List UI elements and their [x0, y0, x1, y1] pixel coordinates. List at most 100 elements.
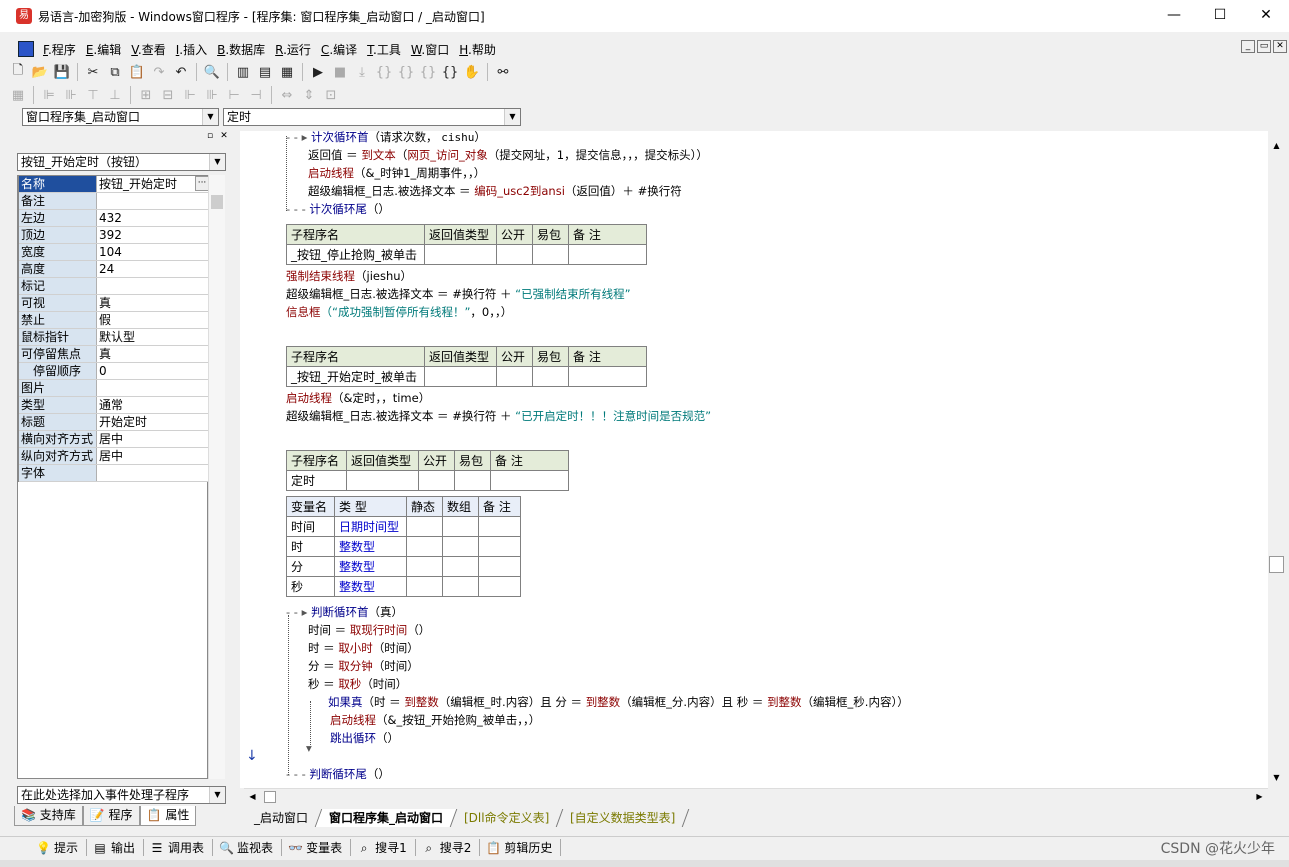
- tab-watch[interactable]: 🔍 监视表: [213, 839, 283, 856]
- layout-left-icon[interactable]: ▥: [233, 62, 253, 82]
- menu-help[interactable]: H.帮助: [454, 41, 501, 58]
- property-value[interactable]: 24: [97, 261, 209, 277]
- code-line[interactable]: 如果真（时 ＝ 到整数（编辑框_时.内容）且 分 ＝ 到整数（编辑框_分.内容）…: [328, 693, 909, 711]
- variable-name[interactable]: 分: [286, 556, 335, 577]
- property-row[interactable]: 宽度 104: [19, 244, 209, 261]
- assembly-select[interactable]: 窗口程序集_启动窗口 ▼: [22, 108, 219, 126]
- property-row[interactable]: 名称 按钮_开始定时 ···: [19, 176, 209, 193]
- close-button[interactable]: ✕: [1243, 0, 1289, 32]
- step-out-icon[interactable]: {}: [418, 62, 438, 82]
- tab-search1[interactable]: ⌕ 搜寻1: [351, 839, 416, 856]
- property-row[interactable]: 图片: [19, 380, 209, 397]
- variable-name[interactable]: 时: [286, 536, 335, 557]
- code-line[interactable]: - - ▸ 判断循环首（真）: [286, 603, 403, 621]
- property-value[interactable]: [97, 193, 209, 209]
- tab-variables[interactable]: 👓 变量表: [282, 839, 352, 856]
- same-width-icon[interactable]: ⊢: [224, 85, 244, 105]
- tab-start-window[interactable]: _启动窗口: [240, 809, 323, 827]
- binoculars-icon[interactable]: ⚯: [493, 62, 513, 82]
- code-line[interactable]: 超级编辑框_日志.被选择文本 ＝ #换行符 ＋ “已强制结束所有线程”: [286, 285, 631, 303]
- stop-icon[interactable]: ■: [330, 62, 350, 82]
- menu-compile[interactable]: C.编译: [316, 41, 362, 58]
- menu-edit[interactable]: E.编辑: [81, 41, 126, 58]
- property-row[interactable]: 备注: [19, 193, 209, 210]
- subroutine-name[interactable]: 定时: [286, 470, 347, 491]
- tab-custom-types[interactable]: [自定义数据类型表]: [557, 809, 690, 827]
- menu-database[interactable]: B.数据库: [212, 41, 270, 58]
- property-row[interactable]: 高度 24: [19, 261, 209, 278]
- property-row[interactable]: 停留顺序 0: [19, 363, 209, 380]
- property-row[interactable]: 横向对齐方式 居中: [19, 431, 209, 448]
- save-icon[interactable]: 💾: [52, 62, 72, 82]
- tab-support-library[interactable]: 📚 支持库: [14, 806, 83, 826]
- redo-icon[interactable]: ↷: [149, 62, 169, 82]
- property-row[interactable]: 可停留焦点真: [19, 346, 209, 363]
- step-over-icon[interactable]: {}: [396, 62, 416, 82]
- subroutine-name[interactable]: _按钮_开始定时_被单击: [286, 366, 425, 387]
- code-line[interactable]: 强制结束线程（jieshu）: [286, 267, 412, 285]
- find-icon[interactable]: 🔍: [202, 62, 222, 82]
- property-value[interactable]: 真: [97, 295, 209, 311]
- editor-hscrollbar[interactable]: ◀ ▶: [244, 788, 1268, 804]
- code-line[interactable]: 秒 ＝ 取秒（时间）: [308, 675, 407, 693]
- property-row[interactable]: 顶边 392: [19, 227, 209, 244]
- component-select[interactable]: 按钮_开始定时（按钮） ▼: [17, 153, 226, 171]
- align-bottom-icon[interactable]: ⊥: [105, 85, 125, 105]
- tab-dll-commands[interactable]: [Dll命令定义表]: [450, 809, 564, 827]
- property-value[interactable]: [97, 278, 209, 294]
- minimize-button[interactable]: —: [1151, 0, 1197, 32]
- more-icon[interactable]: ···: [195, 176, 209, 191]
- property-row[interactable]: 标记: [19, 278, 209, 295]
- panel-close-icon[interactable]: ✕: [218, 131, 230, 142]
- undo-icon[interactable]: ↶: [171, 62, 191, 82]
- editor-vscrollbar[interactable]: ▲ ▼: [1268, 131, 1285, 788]
- menu-view[interactable]: V.查看: [126, 41, 171, 58]
- code-line[interactable]: - - - 判断循环尾（）: [286, 765, 390, 783]
- panel-pin-icon[interactable]: ▫: [204, 131, 216, 142]
- align-left-icon[interactable]: ⊫: [39, 85, 59, 105]
- property-row[interactable]: 字体: [19, 465, 209, 482]
- size-both-icon[interactable]: ⊡: [321, 85, 341, 105]
- tab-search2[interactable]: ⌕ 搜寻2: [416, 839, 481, 856]
- property-value[interactable]: 开始定时: [97, 414, 209, 430]
- variable-type[interactable]: 日期时间型: [334, 516, 407, 537]
- property-row[interactable]: 左边 432: [19, 210, 209, 227]
- code-line[interactable]: - - - 计次循环尾（）: [286, 200, 390, 218]
- scroll-thumb[interactable]: [264, 791, 276, 803]
- scroll-thumb[interactable]: [1269, 556, 1284, 573]
- variable-name[interactable]: 秒: [286, 576, 335, 597]
- variable-table[interactable]: 变量名类 型静态 数组备 注 时间 日期时间型 时整数型 分整数型 秒整数型: [286, 496, 521, 597]
- property-scrollbar[interactable]: [208, 175, 225, 779]
- subroutine-table[interactable]: 子程序名 返回值类型 公开 易包备 注 _按钮_开始定时_被单击: [286, 346, 647, 387]
- tab-call-stack[interactable]: ☰ 调用表: [144, 839, 214, 856]
- property-value[interactable]: 居中: [97, 448, 209, 464]
- variable-type[interactable]: 整数型: [334, 556, 407, 577]
- property-value[interactable]: 按钮_开始定时 ···: [97, 176, 209, 192]
- property-value[interactable]: 104: [97, 244, 209, 260]
- size-height-icon[interactable]: ⇕: [299, 85, 319, 105]
- mdi-close-button[interactable]: ✕: [1273, 40, 1287, 53]
- scroll-thumb[interactable]: [211, 195, 223, 209]
- scroll-left-icon[interactable]: ◀: [244, 789, 261, 805]
- property-value[interactable]: [97, 465, 209, 481]
- menu-program[interactable]: F.程序: [38, 41, 81, 58]
- menu-insert[interactable]: I.插入: [171, 41, 212, 58]
- subroutine-table[interactable]: 子程序名 返回值类型 公开 易包备 注 定时: [286, 450, 569, 491]
- tab-clip-history[interactable]: 📋 剪辑历史: [480, 839, 562, 856]
- center-h-icon[interactable]: ⊞: [136, 85, 156, 105]
- code-line[interactable]: 启动线程（&_按钮_开始抢购_被单击，，）: [330, 711, 540, 729]
- menu-window[interactable]: W.窗口: [406, 41, 454, 58]
- space-h-icon[interactable]: ⊩: [180, 85, 200, 105]
- subroutine-select[interactable]: 定时 ▼: [223, 108, 521, 126]
- subroutine-table[interactable]: 子程序名 返回值类型 公开 易包备 注 _按钮_停止抢购_被单击: [286, 224, 647, 265]
- menu-run[interactable]: R.运行: [270, 41, 316, 58]
- subroutine-name[interactable]: _按钮_停止抢购_被单击: [286, 244, 425, 265]
- layout-top-icon[interactable]: ▤: [255, 62, 275, 82]
- property-row[interactable]: 可视真: [19, 295, 209, 312]
- run-icon[interactable]: ▶: [308, 62, 328, 82]
- maximize-button[interactable]: ☐: [1197, 0, 1243, 32]
- event-select[interactable]: 在此处选择加入事件处理子程序 ▼: [17, 786, 226, 804]
- property-value[interactable]: [97, 380, 209, 396]
- code-line[interactable]: 超级编辑框_日志.被选择文本 ＝ #换行符 ＋ “已开启定时！！！注意时间是否规…: [286, 407, 711, 425]
- property-row[interactable]: 标题 开始定时: [19, 414, 209, 431]
